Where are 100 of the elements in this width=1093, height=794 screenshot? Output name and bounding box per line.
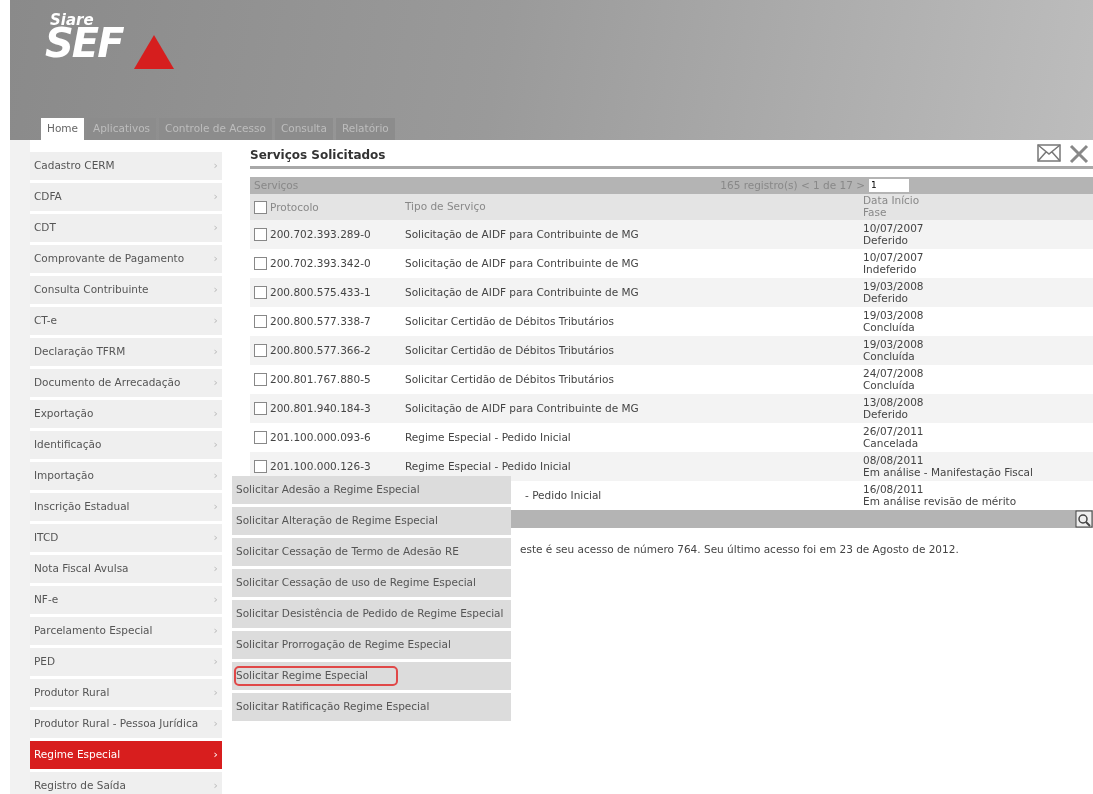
triangle-icon <box>132 33 176 71</box>
column-header: Fase <box>863 207 888 219</box>
table-cell: Solicitar Certidão de Débitos Tributários <box>405 372 614 385</box>
submenu-item[interactable]: Solicitar Ratificação Regime Especial <box>232 693 511 721</box>
arrow-icon: › <box>213 281 218 299</box>
table-cell-text: Em análise revisão de mérito <box>863 495 1018 508</box>
sidebar-item[interactable]: Cadastro CERM › <box>30 152 222 180</box>
tab[interactable]: Home <box>41 118 84 140</box>
row-checkbox[interactable] <box>254 286 267 299</box>
table-cell: 200.800.577.338-7 <box>270 314 371 327</box>
arrow-icon: › <box>213 498 218 516</box>
arrow-icon: › <box>213 653 218 671</box>
table-cell: Solicitação de AIDF para Contribuinte de MG <box>405 401 639 414</box>
arrow-icon: › <box>213 467 218 485</box>
sidebar-item[interactable]: Inscrição Estadual › <box>30 493 222 521</box>
submenu-item[interactable]: Solicitar Prorrogação de Regime Especial <box>232 631 511 659</box>
arrow-icon: › <box>213 219 218 237</box>
submenu-item[interactable]: Solicitar Regime Especial <box>232 662 511 690</box>
arrow-icon: › <box>213 405 218 423</box>
table-cell: 200.702.393.289-0 <box>270 227 371 240</box>
sidebar-item[interactable]: Nota Fiscal Avulsa › <box>30 555 222 583</box>
table-cell-text: Concluída <box>863 321 916 334</box>
row-checkbox[interactable] <box>254 228 267 241</box>
table-cell-text: 19/03/2008 <box>863 338 925 351</box>
sidebar-item[interactable]: Exportação › <box>30 400 222 428</box>
submenu-item[interactable]: Solicitar Adesão a Regime Especial <box>232 476 511 504</box>
sidebar-item[interactable]: Declaração TFRM › <box>30 338 222 366</box>
table-cell-text: 10/07/2007 <box>863 222 925 235</box>
table-cell: 201.100.000.126-3 <box>270 459 371 472</box>
sidebar-item[interactable]: CDFA › <box>30 183 222 211</box>
table-cell: 201.100.000.093-6 <box>270 430 371 443</box>
table-cell: Regime Especial - Pedido Inicial <box>405 430 571 443</box>
arrow-icon: › <box>213 436 218 454</box>
row-checkbox[interactable] <box>254 257 267 270</box>
sidebar-item[interactable]: Comprovante de Pagamento › <box>30 245 222 273</box>
table-cell-text: 13/08/2008 <box>863 396 925 409</box>
row-checkbox[interactable] <box>254 373 267 386</box>
row-checkbox[interactable] <box>254 344 267 357</box>
arrow-icon: › <box>213 343 218 361</box>
sidebar-item[interactable]: Produtor Rural - Pessoa Jurídica › <box>30 710 222 738</box>
sidebar-item[interactable]: Registro de Saída › <box>30 772 222 794</box>
row-checkbox[interactable] <box>254 315 267 328</box>
arrow-icon: › <box>213 777 218 794</box>
table-cell-text: 16/08/2011 <box>863 483 925 496</box>
sidebar-item[interactable]: Produtor Rural › <box>30 679 222 707</box>
sidebar-item[interactable]: PED › <box>30 648 222 676</box>
table-cell-text: 26/07/2011 <box>863 425 925 438</box>
table-cell: Solicitação de AIDF para Contribuinte de MG <box>405 285 639 298</box>
sidebar-item[interactable]: Importação › <box>30 462 222 490</box>
arrow-icon: › <box>213 188 218 206</box>
table-cell: 200.702.393.342-0 <box>270 256 371 269</box>
arrow-icon: › <box>213 529 218 547</box>
table-cell-text: 19/03/2008 <box>863 280 925 293</box>
table-cell: - Pedido Inicial <box>525 488 602 501</box>
mail-icon[interactable] <box>1037 144 1061 162</box>
table-cell-text: Deferido <box>863 234 910 247</box>
sidebar-item[interactable]: CT-e › <box>30 307 222 335</box>
arrow-icon: › <box>213 560 218 578</box>
table-cell-text: 08/08/2011 <box>863 454 925 467</box>
table-cell: Solicitação de AIDF para Contribuinte de MG <box>405 256 639 269</box>
select-all-checkbox[interactable] <box>254 200 267 214</box>
table-cell: Solicitar Certidão de Débitos Tributários <box>405 314 614 327</box>
table-cell-text: Concluída <box>863 350 916 363</box>
table-cell-text: 24/07/2008 <box>863 367 925 380</box>
sidebar-item[interactable]: Identificação › <box>30 431 222 459</box>
sidebar-item[interactable]: ITCD › <box>30 524 222 552</box>
page-input[interactable]: 1 <box>869 179 909 192</box>
table-cell-text: Em análise - Manifestação Fiscal <box>863 466 1034 479</box>
submenu-item[interactable]: Solicitar Alteração de Regime Especial <box>232 507 511 535</box>
table-cell: 200.800.575.433-1 <box>270 285 371 298</box>
submenu-item[interactable]: Solicitar Desistência de Pedido de Regime Especial <box>232 600 511 628</box>
column-header: Tipo de Serviço <box>405 201 487 213</box>
arrow-icon: › <box>213 312 218 330</box>
sidebar-item[interactable]: Consulta Contribuinte › <box>30 276 222 304</box>
table-cell: 200.801.767.880-5 <box>270 372 371 385</box>
table-cell-text: Cancelada <box>863 437 920 450</box>
table-cell: Regime Especial - Pedido Inicial <box>405 459 571 472</box>
table-cell: Solicitação de AIDF para Contribuinte de MG <box>405 227 639 240</box>
arrow-icon: › <box>213 622 218 640</box>
table-cell-text: 19/03/2008 <box>863 309 925 322</box>
sidebar-item[interactable]: Regime Especial › <box>30 741 222 769</box>
table-cell-text: Concluída <box>863 379 916 392</box>
row-checkbox[interactable] <box>254 431 267 444</box>
arrow-icon: › <box>213 684 218 702</box>
row-checkbox[interactable] <box>254 402 267 415</box>
arrow-icon: › <box>213 746 218 764</box>
sidebar-item[interactable]: NF-e › <box>30 586 222 614</box>
sidebar-item[interactable]: Documento de Arrecadação › <box>30 369 222 397</box>
sidebar-item[interactable]: CDT › <box>30 214 222 242</box>
sidebar-item[interactable]: Parcelamento Especial › <box>30 617 222 645</box>
submenu-item[interactable]: Solicitar Cessação de Termo de Adesão RE <box>232 538 511 566</box>
row-checkbox[interactable] <box>254 460 267 473</box>
search-icon[interactable] <box>1075 510 1093 528</box>
submenu-item[interactable]: Solicitar Cessação de uso de Regime Especial <box>232 569 511 597</box>
column-header: Protocolo <box>270 200 319 212</box>
column-header: Data Início <box>863 195 921 207</box>
table-cell-text: Deferido <box>863 408 910 421</box>
arrow-icon: › <box>213 250 218 268</box>
arrow-icon: › <box>213 715 218 733</box>
arrow-icon: › <box>213 374 218 392</box>
